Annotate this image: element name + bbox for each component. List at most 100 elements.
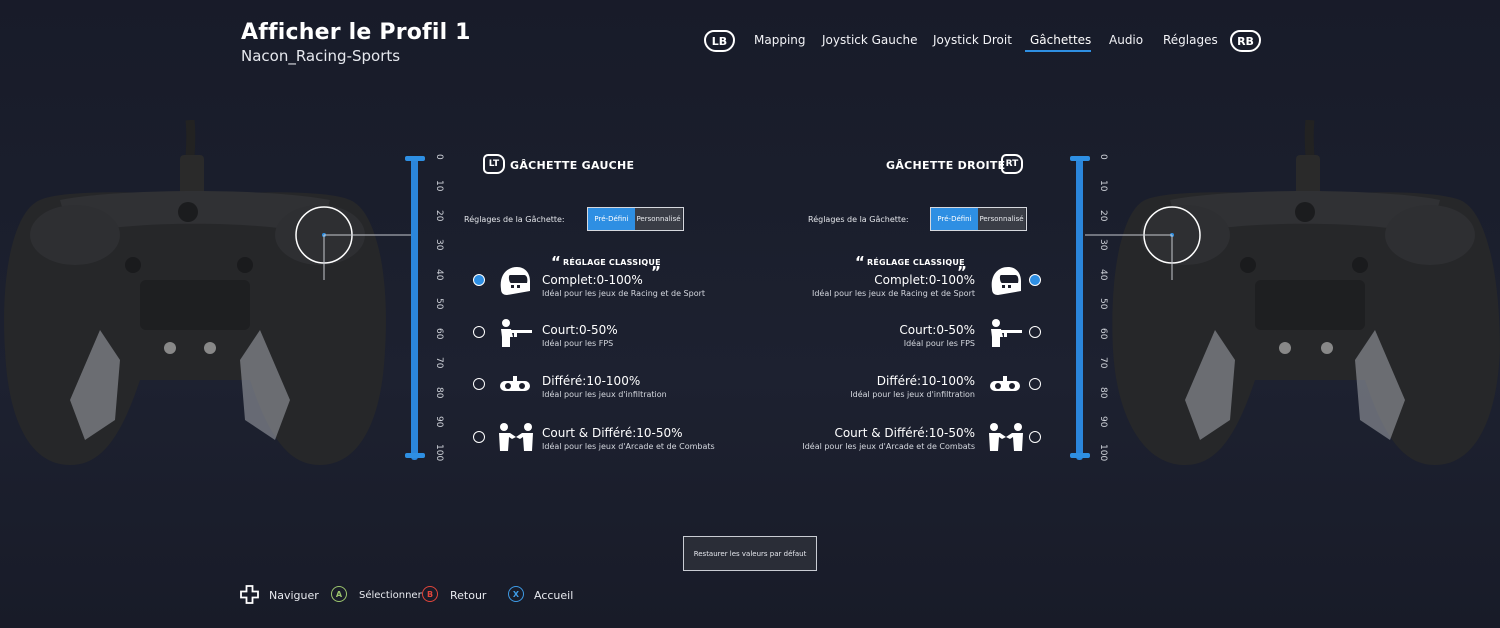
scale-label: 10 (1098, 180, 1108, 192)
radio-unselected[interactable] (473, 431, 485, 443)
scale-label: 20 (434, 210, 444, 222)
sneak-goggles-icon (990, 376, 1020, 391)
tab-audio[interactable]: Audio (1109, 33, 1143, 47)
profile-name: Nacon_Racing-Sports (241, 47, 401, 65)
right-slider-track (1076, 156, 1083, 460)
option-description: Idéal pour les jeux de Racing et de Spor… (542, 289, 706, 298)
tab-mapping[interactable]: Mapping (754, 33, 806, 47)
option-title: Court & Différé:10-50% (542, 426, 683, 440)
page-title: Afficher le Profil 1 (241, 20, 471, 45)
tab-gachettes[interactable]: Gâchettes (1030, 33, 1091, 47)
option-title: Complet:0-100% (874, 273, 975, 287)
right-mode-custom-option[interactable]: Personnalisé (978, 208, 1025, 230)
option-description: Idéal pour les jeux d'Arcade et de Comba… (542, 442, 715, 451)
shooter-icon (991, 319, 1022, 347)
restore-defaults-button[interactable]: Restaurer les valeurs par défaut (683, 536, 817, 571)
option-description: Idéal pour les FPS (903, 339, 975, 348)
left-option-differe[interactable]: Différé:10-100% Idéal pour les jeux d'in… (470, 365, 730, 405)
right-option-court-differe[interactable]: Court & Différé:10-50% Idéal pour les je… (780, 417, 1045, 457)
tab-joystick-gauche[interactable]: Joystick Gauche (822, 33, 917, 47)
scale-label: 10 (434, 180, 444, 192)
scale-label: 0 (1098, 154, 1108, 160)
rb-bumper-button[interactable]: RB (1230, 30, 1261, 52)
lt-trigger-icon: LT (483, 154, 505, 174)
footer-home-label[interactable]: Accueil (534, 589, 573, 602)
left-option-court[interactable]: Court:0-50% Idéal pour les FPS (470, 314, 730, 354)
right-slider-scale: 0 10 20 30 40 50 60 70 80 90 100 (1098, 154, 1113, 464)
a-button-icon: A (331, 586, 347, 602)
option-description: Idéal pour les jeux d'infiltration (542, 390, 667, 399)
b-button-icon: B (422, 586, 438, 602)
option-description: Idéal pour les jeux d'infiltration (850, 390, 975, 399)
scale-label: 20 (1098, 210, 1108, 222)
radio-unselected[interactable] (1029, 431, 1041, 443)
tab-joystick-droit[interactable]: Joystick Droit (933, 33, 1012, 47)
right-trigger-settings-label: Réglages de la Gâchette: (808, 215, 909, 224)
option-title: Différé:10-100% (876, 374, 975, 388)
option-title: Différé:10-100% (542, 374, 641, 388)
fighters-icon (989, 423, 1023, 451)
left-slider-top-handle[interactable] (405, 156, 425, 161)
scale-label: 40 (1098, 269, 1108, 281)
right-slider-top-handle[interactable] (1070, 156, 1090, 161)
scale-label: 90 (434, 416, 444, 428)
right-trigger-mode-toggle[interactable]: Pré-Défini Personnalisé (930, 207, 1027, 231)
left-slider-bottom-handle[interactable] (405, 453, 425, 458)
left-trigger-mode-toggle[interactable]: Pré-Défini Personnalisé (587, 207, 684, 231)
option-title: Complet:0-100% (542, 273, 643, 287)
option-description: Idéal pour les FPS (542, 339, 614, 348)
option-title: Court:0-50% (542, 323, 618, 337)
tab-reglages[interactable]: Réglages (1163, 33, 1218, 47)
scale-label: 80 (1098, 387, 1108, 399)
option-description: Idéal pour les jeux d'Arcade et de Comba… (802, 442, 975, 451)
radio-unselected[interactable] (1029, 378, 1041, 390)
right-trigger-range-slider[interactable] (1070, 156, 1090, 460)
active-tab-underline (1025, 50, 1091, 52)
footer-back-label[interactable]: Retour (450, 589, 486, 602)
scale-label: 80 (434, 387, 444, 399)
left-option-court-differe[interactable]: Court & Différé:10-50% Idéal pour les je… (470, 417, 730, 457)
left-trigger-settings-label: Réglages de la Gâchette: (464, 215, 565, 224)
controller-right-image (1112, 120, 1500, 465)
scale-label: 30 (434, 239, 444, 251)
left-slider-scale: 0 10 20 30 40 50 60 70 80 90 100 (434, 154, 452, 464)
helmet-icon (991, 267, 1021, 295)
scale-label: 50 (434, 298, 444, 310)
shooter-icon (501, 319, 532, 347)
scale-label: 60 (434, 328, 444, 340)
sneak-goggles-icon (500, 376, 530, 391)
footer-navigate-label: Naviguer (269, 589, 319, 602)
x-button-icon: X (508, 586, 524, 602)
right-trigger-heading: GÂCHETTE DROITE (886, 159, 1006, 172)
radio-selected[interactable] (1029, 274, 1041, 286)
left-mode-preset-option[interactable]: Pré-Défini (588, 208, 635, 230)
left-mode-custom-option[interactable]: Personnalisé (635, 208, 682, 230)
left-trigger-range-slider[interactable] (405, 156, 425, 460)
scale-label: 30 (1098, 239, 1108, 251)
radio-unselected[interactable] (473, 326, 485, 338)
radio-selected[interactable] (473, 274, 485, 286)
option-title: Court & Différé:10-50% (834, 426, 975, 440)
right-mode-preset-option[interactable]: Pré-Défini (931, 208, 978, 230)
left-option-complet[interactable]: Complet:0-100% Idéal pour les jeux de Ra… (470, 263, 730, 303)
rt-trigger-icon: RT (1001, 154, 1023, 174)
option-description: Idéal pour les jeux de Racing et de Spor… (811, 289, 975, 298)
scale-label: 60 (1098, 328, 1108, 340)
left-slider-track (411, 156, 418, 460)
scale-label: 50 (1098, 298, 1108, 310)
scale-label: 100 (434, 444, 444, 462)
scale-label: 70 (1098, 357, 1108, 369)
radio-unselected[interactable] (473, 378, 485, 390)
footer-select-label[interactable]: Sélectionner (359, 590, 422, 601)
controller-left-image (4, 120, 386, 465)
radio-unselected[interactable] (1029, 326, 1041, 338)
scale-label: 70 (434, 357, 444, 369)
fighters-icon (499, 423, 533, 451)
lb-bumper-button[interactable]: LB (704, 30, 735, 52)
scale-label: 100 (1098, 444, 1108, 462)
right-option-court[interactable]: Court:0-50% Idéal pour les FPS (780, 314, 1045, 354)
right-option-complet[interactable]: Complet:0-100% Idéal pour les jeux de Ra… (780, 263, 1045, 303)
right-option-differe[interactable]: Différé:10-100% Idéal pour les jeux d'in… (780, 365, 1045, 405)
right-slider-bottom-handle[interactable] (1070, 453, 1090, 458)
scale-label: 40 (434, 269, 444, 281)
